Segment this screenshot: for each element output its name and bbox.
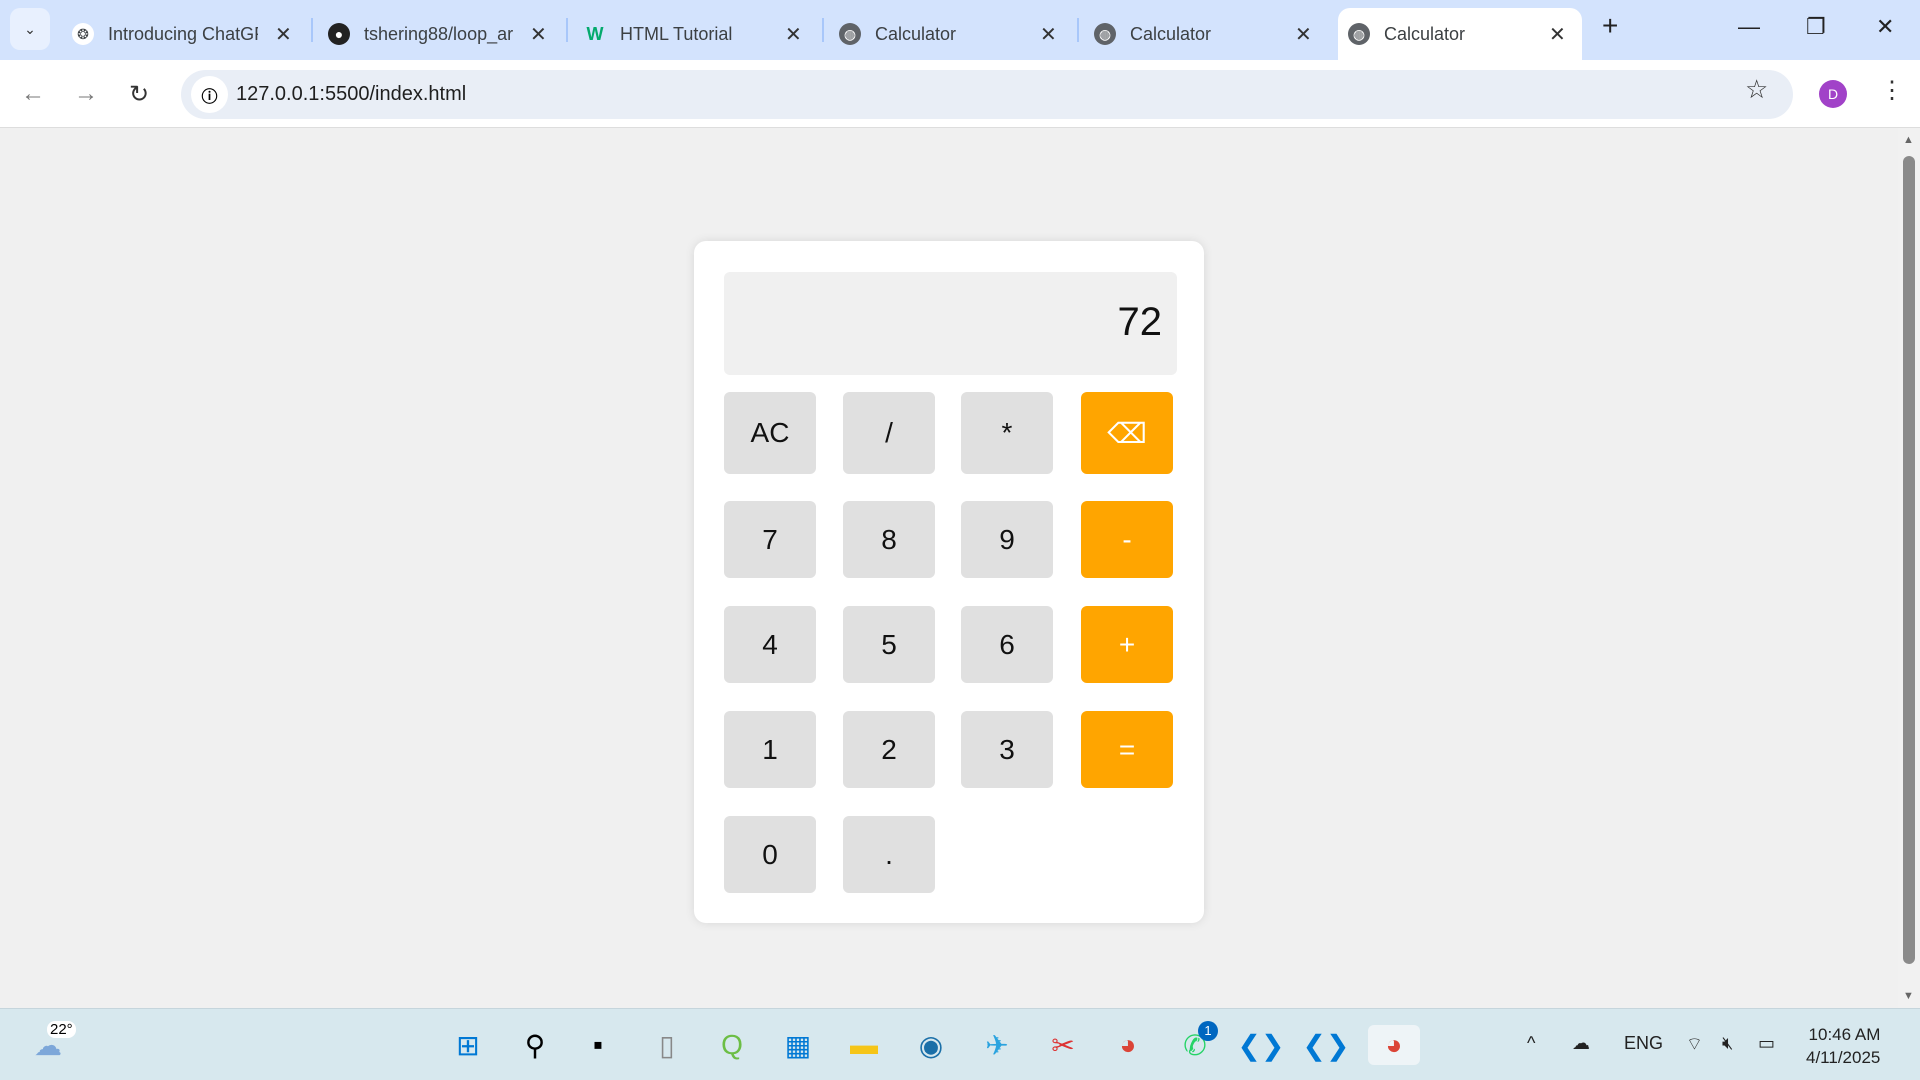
- backspace-button[interactable]: ⌫: [1081, 392, 1173, 474]
- chrome-icon[interactable]: ◕: [1108, 1025, 1148, 1065]
- notepad-icon[interactable]: ▯: [647, 1025, 687, 1065]
- two-button[interactable]: 2: [843, 711, 935, 788]
- language-indicator[interactable]: ENG: [1624, 1033, 1663, 1054]
- notification-badge: 1: [1198, 1021, 1218, 1041]
- qgis-icon[interactable]: Q: [712, 1025, 752, 1065]
- tab-calculator-2[interactable]: ◍ Calculator ✕: [1094, 8, 1324, 60]
- magnifier-app-icon[interactable]: ◉: [911, 1025, 951, 1065]
- task-view-icon[interactable]: ▪: [578, 1025, 618, 1065]
- address-bar[interactable]: ⓘ 127.0.0.1:5500/index.html: [181, 70, 1793, 119]
- plus-button[interactable]: +: [1081, 606, 1173, 683]
- divide-button[interactable]: /: [843, 392, 935, 474]
- close-tab-icon[interactable]: ✕: [530, 22, 547, 47]
- more-menu-icon[interactable]: ⋮: [1880, 76, 1904, 105]
- globe-icon: ◍: [839, 23, 861, 45]
- vscode-icon[interactable]: ❮❯: [1303, 1025, 1350, 1065]
- profile-avatar[interactable]: D: [1819, 80, 1847, 108]
- zero-button[interactable]: 0: [724, 816, 816, 893]
- bookmark-star-icon[interactable]: ☆: [1745, 74, 1768, 105]
- tab-title: Calculator: [1130, 23, 1212, 44]
- vscode-icon[interactable]: ❮❯: [1238, 1025, 1285, 1065]
- eight-button[interactable]: 8: [843, 501, 935, 578]
- back-button[interactable]: ←: [21, 80, 45, 108]
- six-button[interactable]: 6: [961, 606, 1053, 683]
- w3schools-icon: W: [586, 23, 604, 44]
- weather-temp: 22°: [47, 1021, 76, 1038]
- github-icon: ●: [328, 23, 350, 45]
- start-windows-icon[interactable]: ⊞: [448, 1025, 488, 1065]
- onedrive-offline-icon[interactable]: ☁: [1572, 1033, 1590, 1054]
- windows-taskbar: ☁ 22° ⊞ ⚲ ▪ ▯ Q ▦ ▬ ◉ ✈ ✂ ◕ ✆ 1 ❮❯ ❮❯ ◕ …: [0, 1008, 1920, 1080]
- close-tab-icon[interactable]: ✕: [275, 22, 292, 47]
- tab-separator: [566, 18, 568, 42]
- clock[interactable]: 10:46 AM 4/11/2025: [1806, 1023, 1880, 1069]
- three-button[interactable]: 3: [961, 711, 1053, 788]
- five-button[interactable]: 5: [843, 606, 935, 683]
- tab-separator: [822, 18, 824, 42]
- minus-button[interactable]: -: [1081, 501, 1173, 578]
- browser-toolbar: ← → ↻ ⓘ 127.0.0.1:5500/index.html ☆ D ⋮: [0, 60, 1920, 128]
- page-scrollbar[interactable]: ▲ ▼: [1898, 128, 1920, 1008]
- calculator: 72 AC / * ⌫ 7 8 9 - 4 5 6 + 1 2 3 = 0 .: [694, 241, 1204, 923]
- tab-strip: ⌄ ❂ Introducing ChatGPT ✕ ● tshering88/l…: [0, 0, 1920, 60]
- reload-button[interactable]: ↻: [129, 80, 149, 109]
- close-tab-icon[interactable]: ✕: [785, 22, 802, 47]
- scrollbar-thumb[interactable]: [1903, 156, 1915, 964]
- globe-icon: ◍: [1348, 23, 1370, 45]
- search-icon[interactable]: ⚲: [515, 1025, 555, 1065]
- close-tab-icon[interactable]: ✕: [1295, 22, 1312, 47]
- tab-calculator-active[interactable]: ◍ Calculator ✕: [1338, 8, 1582, 60]
- multiply-button[interactable]: *: [961, 392, 1053, 474]
- tab-title: Calculator: [1384, 23, 1466, 44]
- tab-title: Introducing ChatGPT: [108, 23, 258, 44]
- tab-separator: [1077, 18, 1079, 42]
- close-window-button[interactable]: ✕: [1876, 14, 1894, 40]
- tab-separator: [311, 18, 313, 42]
- chevron-down-icon: ⌄: [24, 20, 36, 37]
- restore-button[interactable]: ❐: [1806, 14, 1826, 40]
- close-tab-icon[interactable]: ✕: [1040, 22, 1057, 47]
- tab-title: HTML Tutorial: [620, 23, 733, 44]
- chrome-active-icon[interactable]: ◕: [1368, 1025, 1420, 1065]
- clear-button[interactable]: AC: [724, 392, 816, 474]
- snipping-tool-icon[interactable]: ✂: [1043, 1025, 1083, 1065]
- tab-github[interactable]: ● tshering88/loop_ar ✕: [328, 8, 558, 60]
- file-explorer-icon[interactable]: ▬: [844, 1025, 884, 1065]
- globe-icon: ◍: [1094, 23, 1116, 45]
- tab-calculator-1[interactable]: ◍ Calculator ✕: [839, 8, 1069, 60]
- equals-button[interactable]: =: [1081, 711, 1173, 788]
- wifi-icon[interactable]: ⌔: [1686, 1033, 1703, 1056]
- decimal-button[interactable]: .: [843, 816, 935, 893]
- nine-button[interactable]: 9: [961, 501, 1053, 578]
- openai-icon: ❂: [72, 23, 94, 45]
- minimize-button[interactable]: —: [1738, 14, 1760, 40]
- tab-title: tshering88/loop_ar: [364, 23, 514, 44]
- speaker-muted-icon[interactable]: 🔇︎: [1722, 1033, 1733, 1054]
- tab-search-button[interactable]: ⌄: [10, 8, 50, 50]
- seven-button[interactable]: 7: [724, 501, 816, 578]
- clock-time: 10:46 AM: [1808, 1025, 1881, 1044]
- battery-icon[interactable]: ▭: [1758, 1033, 1775, 1054]
- telegram-icon[interactable]: ✈: [977, 1025, 1017, 1065]
- one-button[interactable]: 1: [724, 711, 816, 788]
- forward-button[interactable]: →: [74, 80, 98, 108]
- microsoft-store-icon[interactable]: ▦: [778, 1025, 818, 1065]
- show-hidden-icons-chevron-icon[interactable]: ^: [1527, 1033, 1535, 1054]
- new-tab-button[interactable]: +: [1602, 10, 1618, 42]
- close-tab-icon[interactable]: ✕: [1549, 22, 1566, 47]
- tab-chatgpt[interactable]: ❂ Introducing ChatGPT ✕: [72, 8, 302, 60]
- tab-html-tutorial[interactable]: W HTML Tutorial ✕: [584, 8, 814, 60]
- clock-date: 4/11/2025: [1806, 1048, 1881, 1067]
- scroll-up-arrow-icon[interactable]: ▲: [1903, 134, 1914, 146]
- url-text[interactable]: 127.0.0.1:5500/index.html: [236, 83, 466, 106]
- site-info-icon[interactable]: ⓘ: [191, 76, 228, 113]
- calculator-display: 72: [724, 272, 1177, 375]
- scroll-down-arrow-icon[interactable]: ▼: [1903, 990, 1914, 1002]
- four-button[interactable]: 4: [724, 606, 816, 683]
- tab-title: Calculator: [875, 23, 957, 44]
